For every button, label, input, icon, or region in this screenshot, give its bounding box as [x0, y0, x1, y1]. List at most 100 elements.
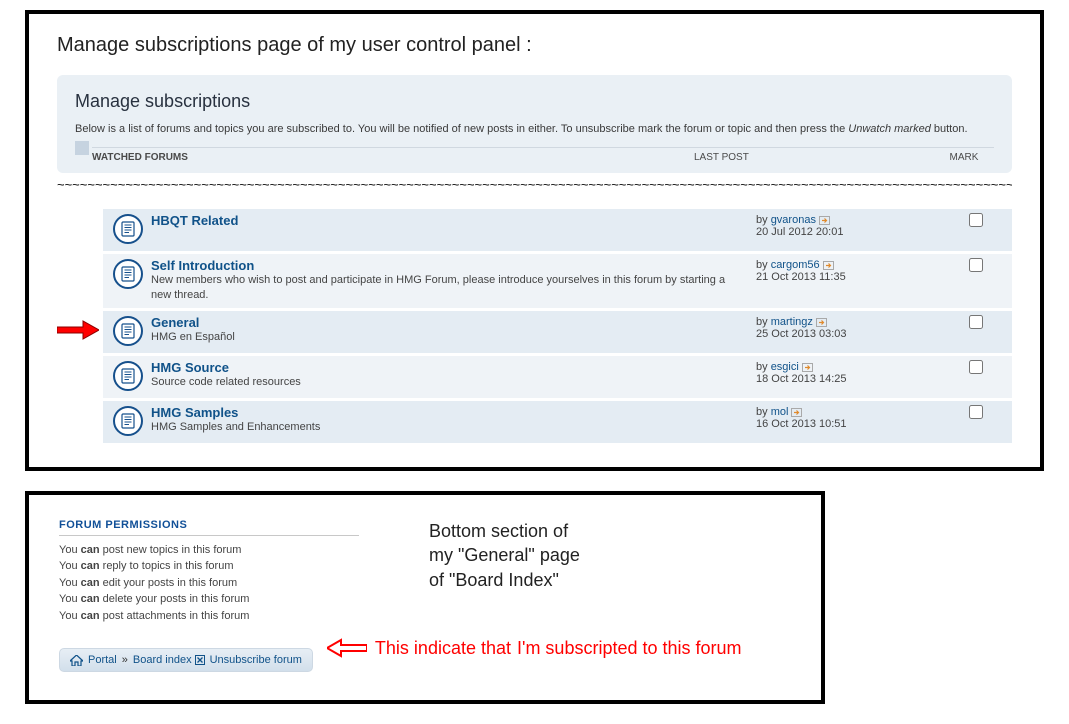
- permission-line: You can post attachments in this forum: [59, 608, 429, 625]
- perm-pre: You: [59, 577, 81, 589]
- mark-checkbox[interactable]: [969, 315, 983, 329]
- mark-checkbox[interactable]: [969, 213, 983, 227]
- last-post-date: 25 Oct 2013 03:03: [756, 328, 946, 340]
- mark-checkbox[interactable]: [969, 360, 983, 374]
- mark-cell: [946, 360, 1006, 374]
- perm-post: post new topics in this forum: [100, 544, 242, 556]
- forum-row: GeneralHMG en Españolby martingz25 Oct 2…: [103, 308, 1012, 353]
- squiggle-divider: ~~~~~~~~~~~~~~~~~~~~~~~~~~~~~~~~~~~~~~~~…: [57, 173, 1012, 206]
- col-header-mark: MARK: [934, 152, 994, 163]
- last-post-byline: by gvaronas: [756, 214, 946, 226]
- goto-last-post-icon[interactable]: [816, 318, 827, 327]
- by-label: by: [756, 316, 771, 328]
- table-header: WATCHED FORUMS LAST POST MARK: [92, 147, 994, 163]
- last-post-author[interactable]: gvaronas: [771, 214, 816, 226]
- panel-title: Manage subscriptions: [75, 91, 994, 112]
- perm-can: can: [81, 560, 100, 572]
- forum-main: GeneralHMG en Español: [151, 315, 756, 344]
- last-post-byline: by cargom56: [756, 259, 946, 271]
- forum-title-link[interactable]: Self Introduction: [151, 258, 254, 273]
- table-row: HBQT Related by gvaronas20 Jul 2012 20:01: [57, 206, 1012, 251]
- perm-post: edit your posts in this forum: [100, 577, 238, 589]
- permission-line: You can edit your posts in this forum: [59, 575, 429, 592]
- last-post-byline: by esgici: [756, 361, 946, 373]
- forum-icon: [113, 214, 143, 244]
- last-post-author[interactable]: mol: [771, 406, 789, 418]
- forum-row: HMG SamplesHMG Samples and Enhancementsb…: [103, 398, 1012, 443]
- forum-description: HMG en Español: [151, 330, 746, 344]
- annot-line-2: my "General" page: [429, 543, 791, 567]
- goto-last-post-icon[interactable]: [823, 261, 834, 270]
- goto-last-post-icon[interactable]: [819, 216, 830, 225]
- mark-cell: [946, 258, 1006, 272]
- perm-can: can: [81, 577, 100, 589]
- forum-icon: [113, 316, 143, 346]
- perm-pre: You: [59, 593, 81, 605]
- table-row: Self IntroductionNew members who wish to…: [57, 251, 1012, 308]
- forum-permissions-title: FORUM PERMISSIONS: [59, 519, 359, 536]
- forum-title-link[interactable]: HMG Source: [151, 360, 229, 375]
- forum-title-link[interactable]: General: [151, 315, 199, 330]
- forum-title-link[interactable]: HBQT Related: [151, 213, 238, 228]
- mark-checkbox[interactable]: [969, 405, 983, 419]
- breadcrumb-board-index[interactable]: Board index: [133, 654, 192, 666]
- col-header-watched: WATCHED FORUMS: [92, 152, 694, 163]
- forum-icon: [113, 406, 143, 436]
- arrow-right-icon: [57, 319, 99, 341]
- arrow-left-icon: [327, 638, 367, 658]
- goto-last-post-icon[interactable]: [802, 363, 813, 372]
- forum-description: Source code related resources: [151, 375, 746, 389]
- breadcrumb-unsubscribe[interactable]: Unsubscribe forum: [210, 654, 302, 666]
- forum-title-link[interactable]: HMG Samples: [151, 405, 238, 420]
- row-gutter: [57, 319, 103, 341]
- by-label: by: [756, 361, 771, 373]
- last-post-author[interactable]: martingz: [771, 316, 813, 328]
- annotation-section-label: Bottom section of my "General" page of "…: [429, 519, 791, 625]
- breadcrumb-portal[interactable]: Portal: [88, 654, 117, 666]
- mark-cell: [946, 315, 1006, 329]
- breadcrumb: Portal » Board index Unsubscribe forum: [59, 648, 313, 672]
- perm-pre: You: [59, 544, 81, 556]
- perm-can: can: [81, 544, 100, 556]
- last-post-byline: by mol: [756, 406, 946, 418]
- forum-description: HMG Samples and Enhancements: [151, 420, 746, 434]
- by-label: by: [756, 259, 771, 271]
- forum-main: HMG SourceSource code related resources: [151, 360, 756, 389]
- red-annotation: This indicate that I'm subscripted to th…: [327, 638, 742, 659]
- table-row: HMG SourceSource code related resourcesb…: [57, 353, 1012, 398]
- goto-last-post-icon[interactable]: [791, 408, 802, 417]
- table-row: GeneralHMG en Españolby martingz25 Oct 2…: [57, 308, 1012, 353]
- perm-pre: You: [59, 610, 81, 622]
- forum-row: HBQT Related by gvaronas20 Jul 2012 20:01: [103, 206, 1012, 251]
- forum-description: New members who wish to post and partici…: [151, 273, 746, 302]
- last-post-cell: by martingz25 Oct 2013 03:03: [756, 315, 946, 340]
- permissions-list: You can post new topics in this forum You…: [59, 542, 429, 625]
- last-post-cell: by cargom5621 Oct 2013 11:35: [756, 258, 946, 283]
- last-post-author[interactable]: cargom56: [771, 259, 820, 271]
- last-post-cell: by mol16 Oct 2013 10:51: [756, 405, 946, 430]
- red-text-1: This indicate that: [375, 638, 511, 659]
- permission-line: You can reply to topics in this forum: [59, 558, 429, 575]
- red-text-2: I'm subscripted to this forum: [517, 638, 742, 659]
- forum-row: Self IntroductionNew members who wish to…: [103, 251, 1012, 308]
- forum-main: HBQT Related: [151, 213, 756, 228]
- forum-icon: [113, 361, 143, 391]
- desc-suffix: button.: [931, 123, 968, 135]
- desc-text: Below is a list of forums and topics you…: [75, 123, 848, 135]
- subscriptions-screenshot-box: Manage subscriptions page of my user con…: [25, 10, 1044, 471]
- last-post-cell: by gvaronas20 Jul 2012 20:01: [756, 213, 946, 238]
- perm-post: delete your posts in this forum: [100, 593, 250, 605]
- last-post-byline: by martingz: [756, 316, 946, 328]
- permission-line: You can delete your posts in this forum: [59, 591, 429, 608]
- mark-checkbox[interactable]: [969, 258, 983, 272]
- last-post-date: 20 Jul 2012 20:01: [756, 226, 946, 238]
- breadcrumb-sep: »: [122, 654, 128, 666]
- last-post-date: 16 Oct 2013 10:51: [756, 418, 946, 430]
- forum-icon: [113, 259, 143, 289]
- home-icon: [70, 655, 83, 666]
- last-post-author[interactable]: esgici: [771, 361, 799, 373]
- forum-main: HMG SamplesHMG Samples and Enhancements: [151, 405, 756, 434]
- forum-row: HMG SourceSource code related resourcesb…: [103, 353, 1012, 398]
- last-post-date: 21 Oct 2013 11:35: [756, 271, 946, 283]
- sidebar-shim: [75, 141, 89, 155]
